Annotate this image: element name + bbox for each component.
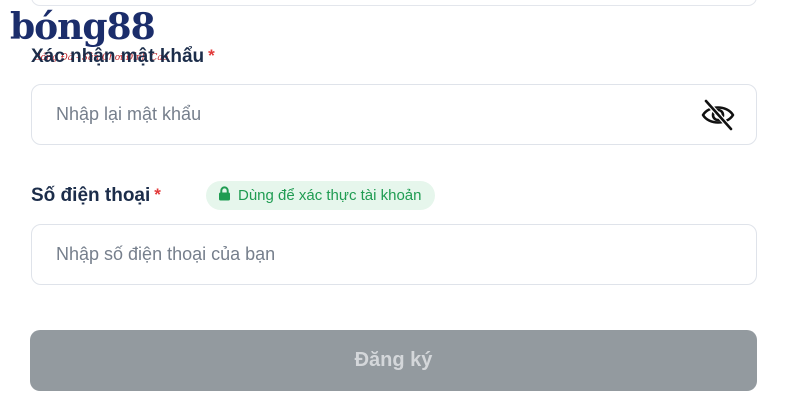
register-form: bóng88 Bóng Đá - Sân Chơi Đỉnh Cao Xác n… — [0, 0, 800, 400]
required-mark: * — [154, 185, 161, 204]
confirm-password-label: Xác nhận mật khẩu * — [31, 46, 215, 68]
register-button[interactable]: Đăng ký — [30, 330, 757, 391]
lock-icon — [218, 186, 231, 205]
eye-off-icon[interactable] — [700, 98, 736, 132]
phone-label-text: Số điện thoại — [31, 185, 151, 206]
phone-label: Số điện thoại * — [31, 185, 161, 207]
confirm-password-input[interactable] — [56, 85, 696, 144]
phone-input[interactable] — [56, 225, 696, 284]
required-mark: * — [208, 46, 215, 65]
verification-badge-text: Dùng để xác thực tài khoản — [238, 187, 422, 204]
logo-wordmark: bóng88 — [10, 6, 156, 48]
phone-field — [31, 224, 757, 285]
confirm-password-field — [31, 84, 757, 145]
confirm-password-label-text: Xác nhận mật khẩu — [31, 46, 205, 67]
verification-badge: Dùng để xác thực tài khoản — [206, 181, 435, 210]
